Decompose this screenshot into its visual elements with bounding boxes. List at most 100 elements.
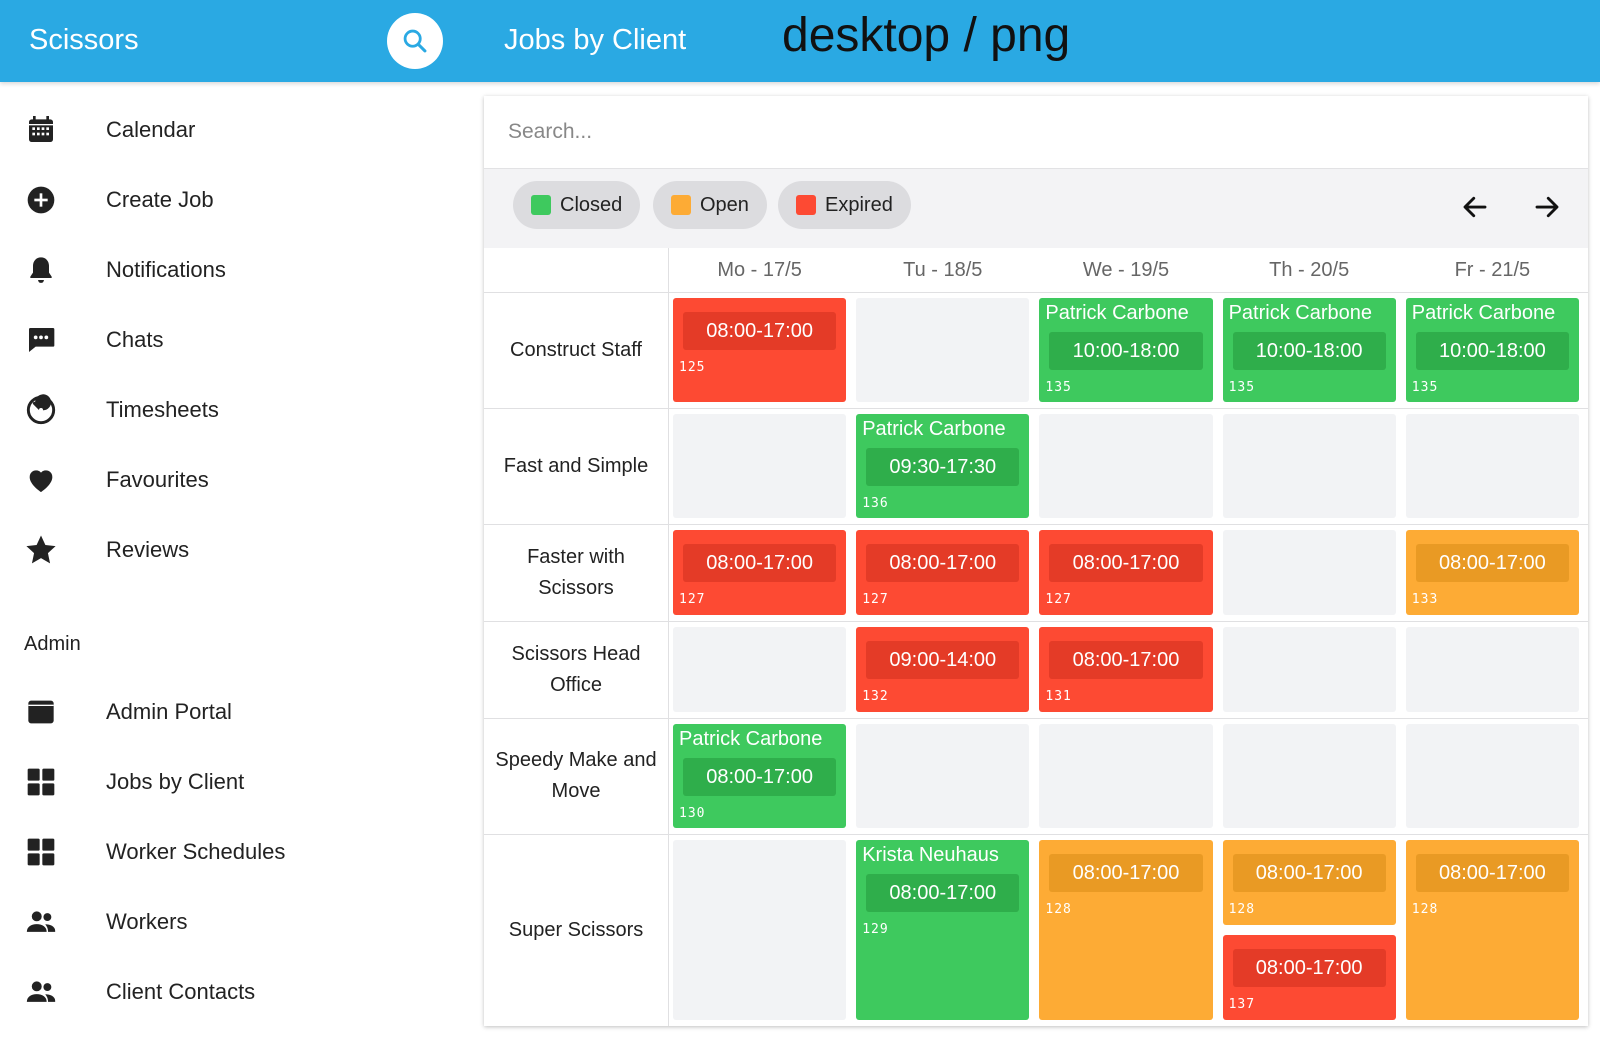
sidebar-item-jobs-by-client[interactable]: Jobs by Client [0,752,460,812]
job-number: 137 [1228,997,1256,1012]
job-number: 129 [862,922,889,937]
job-card[interactable]: 08:00-17:00 137 [1222,935,1396,1020]
empty-slot[interactable] [673,414,847,518]
sidebar-item-label: Admin Portal [106,699,232,724]
day-header: Mo - 17/5 [717,258,802,281]
empty-slot[interactable] [1405,724,1579,828]
arrow-right-icon [1535,196,1559,218]
search-button[interactable] [387,13,443,69]
job-card[interactable]: Patrick Carbone 10:00-18:00 135 [1222,298,1396,402]
job-card[interactable]: 08:00-17:00 131 [1039,627,1213,712]
sidebar-item-favourites[interactable]: Favourites [0,450,460,510]
job-card[interactable]: Patrick Carbone 10:00-18:00 135 [1039,298,1213,402]
star-icon [24,533,58,567]
job-time: 08:00-17:00 [1049,544,1203,582]
people-icon [24,905,58,939]
day-header: Th - 20/5 [1269,258,1350,281]
filter-chip-label: Open [700,193,749,216]
worker-name: Patrick Carbone [862,418,1006,440]
page-title: Jobs by Client [504,24,687,56]
admin-section-label: Admin [24,633,81,655]
job-time: 08:00-17:00 [866,544,1020,582]
job-number: 135 [1411,380,1439,395]
calendar-icon [24,113,58,147]
sidebar-item-workers[interactable]: Workers [0,892,460,952]
job-card[interactable]: Patrick Carbone 10:00-18:00 135 [1405,298,1579,402]
job-card[interactable]: 08:00-17:00 127 [673,530,847,615]
job-number: 133 [1411,592,1439,607]
arrow-left-icon [1463,196,1487,218]
job-number: 135 [1045,380,1072,395]
sidebar-item-reviews[interactable]: Reviews [0,520,460,580]
filter-chip-label: Closed [560,193,623,216]
sidebar-item-label: Worker Schedules [106,839,286,864]
empty-slot[interactable] [1405,414,1579,518]
sidebar-item-worker-schedules[interactable]: Worker Schedules [0,822,460,882]
job-card[interactable]: 08:00-17:00 127 [1039,530,1213,615]
job-number: 131 [1045,689,1072,704]
job-card[interactable]: 09:00-14:00 132 [856,627,1030,712]
empty-slot[interactable] [1222,414,1396,518]
sidebar-item-timesheets[interactable]: Timesheets [0,380,460,440]
filter-chip-closed[interactable]: Closed [513,181,641,229]
job-time: 08:00-17:00 [1415,854,1569,892]
sidebar-item-admin-portal[interactable]: Admin Portal [0,682,460,742]
job-number: 127 [1045,592,1072,607]
job-card[interactable]: Patrick Carbone 09:30-17:30 136 [856,414,1030,518]
empty-slot[interactable] [1222,724,1396,828]
job-card[interactable]: 08:00-17:00 133 [1405,530,1579,615]
empty-slot[interactable] [1222,627,1396,712]
client-name: Faster with Scissors [527,545,625,599]
job-time: 08:00-17:00 [1232,949,1386,987]
filter-chip-open[interactable]: Open [653,181,767,229]
sidebar-item-create-job[interactable]: Create Job [0,170,460,230]
sidebar-item-label: Notifications [106,257,226,282]
sidebar-item-calendar[interactable]: Calendar [0,100,460,160]
job-card[interactable]: 08:00-17:00 127 [856,530,1030,615]
worker-name: Patrick Carbone [1411,302,1556,324]
job-card[interactable]: Krista Neuhaus 08:00-17:00 129 [856,840,1030,1020]
day-header: Fr - 21/5 [1454,258,1531,281]
job-time: 08:00-17:00 [1049,854,1203,892]
search-input[interactable] [484,96,1588,168]
job-time: 09:30-17:30 [866,448,1020,486]
job-card[interactable]: Patrick Carbone 08:00-17:00 130 [673,724,847,828]
bell-icon [24,253,58,287]
job-time: 08:00-17:00 [1232,854,1386,892]
closed-swatch [531,195,551,215]
sidebar-item-label: Reviews [106,537,190,562]
job-card[interactable]: 08:00-17:00 128 [1039,840,1213,1020]
filter-chip-expired[interactable]: Expired [778,181,911,229]
sidebar-item-label: Timesheets [106,397,219,422]
app-title: Scissors [29,24,139,56]
sidebar: Calendar Create Job Notifications Chats … [0,82,470,1040]
job-number: 135 [1228,380,1256,395]
empty-slot[interactable] [673,840,847,1020]
sidebar-item-label: Workers [106,909,188,934]
next-week-button[interactable] [1527,187,1567,227]
empty-slot[interactable] [673,627,847,712]
heart-icon [24,463,58,497]
sidebar-item-client-contacts[interactable]: Client Contacts [0,962,460,1022]
empty-slot[interactable] [1039,724,1213,828]
job-card[interactable]: 08:00-17:00 125 [673,298,847,402]
sidebar-item-notifications[interactable]: Notifications [0,240,460,300]
people-icon [24,975,58,1009]
job-time: 09:00-14:00 [866,641,1020,679]
empty-slot[interactable] [1222,530,1396,615]
sidebar-item-label: Client Contacts [106,979,256,1004]
day-header: We - 19/5 [1082,258,1170,281]
client-name: Construct Staff [510,338,642,361]
empty-slot[interactable] [856,298,1030,402]
client-name: Fast and Simple [503,454,649,477]
empty-slot[interactable] [1405,627,1579,712]
previous-week-button[interactable] [1455,187,1495,227]
job-time: 08:00-17:00 [1415,544,1569,582]
job-number: 128 [1045,902,1072,917]
sidebar-item-chats[interactable]: Chats [0,310,460,370]
empty-slot[interactable] [1039,414,1213,518]
job-card[interactable]: 08:00-17:00 128 [1405,840,1579,1020]
empty-slot[interactable] [856,724,1030,828]
job-card[interactable]: 08:00-17:00 128 [1222,840,1396,925]
job-number: 127 [679,592,706,607]
